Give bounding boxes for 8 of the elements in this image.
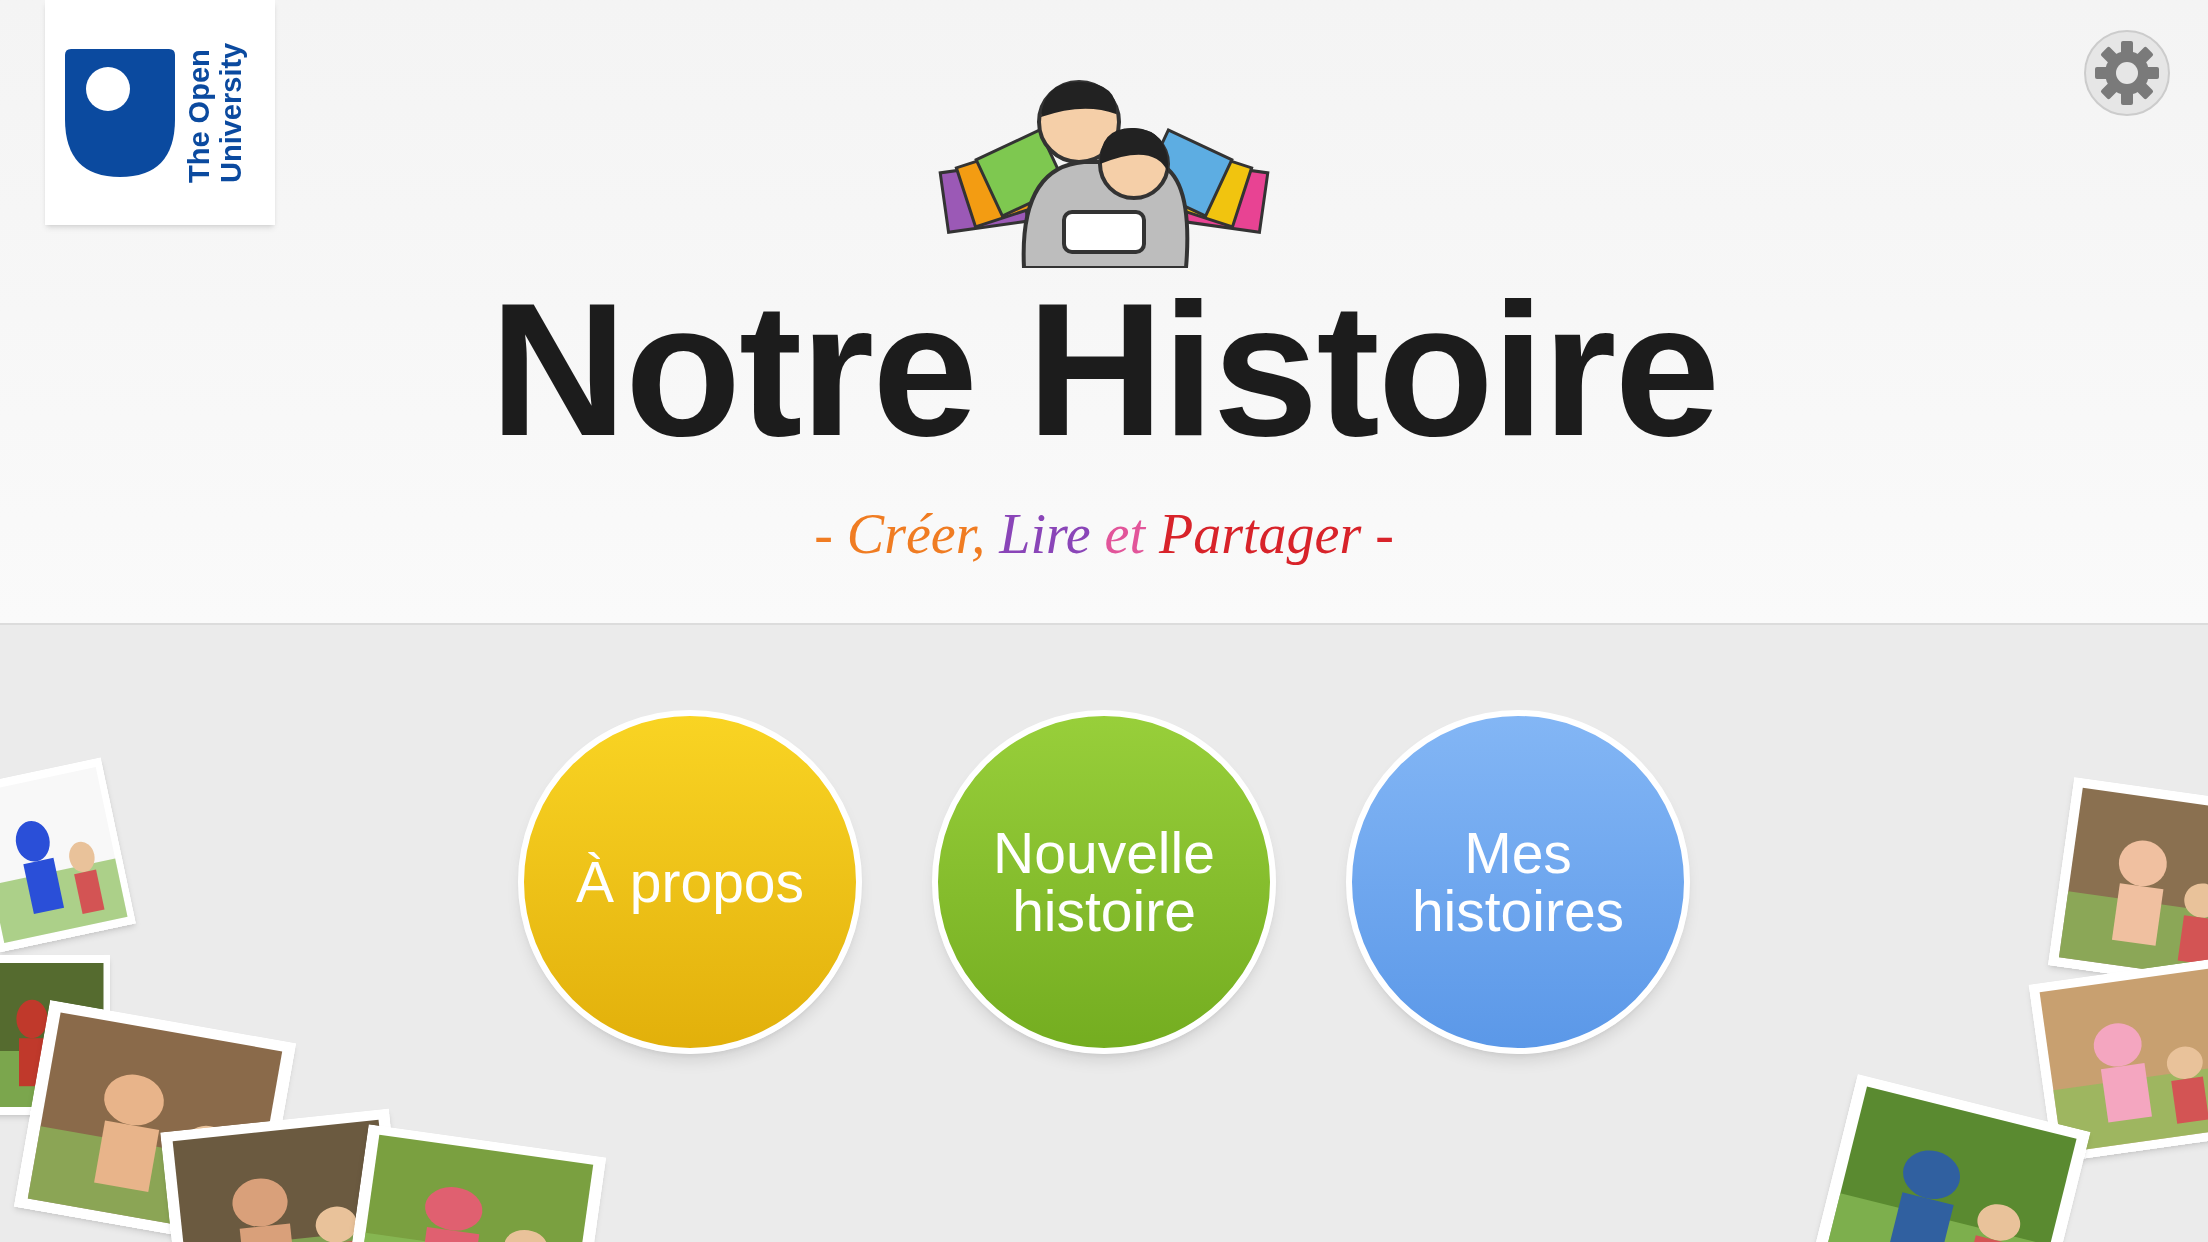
brand-name: The Open University (183, 42, 247, 183)
logo-icon (65, 48, 175, 177)
menu-button[interactable]: Nouvelle histoire (932, 710, 1276, 1054)
menu-button[interactable]: Mes histoires (1346, 710, 1690, 1054)
app-tagline: - Créer, Lire et Partager - (814, 502, 1394, 567)
app-title: Notre Histoire (489, 274, 1719, 464)
menu-button[interactable]: À propos (518, 710, 862, 1054)
settings-icon[interactable] (2084, 30, 2170, 116)
